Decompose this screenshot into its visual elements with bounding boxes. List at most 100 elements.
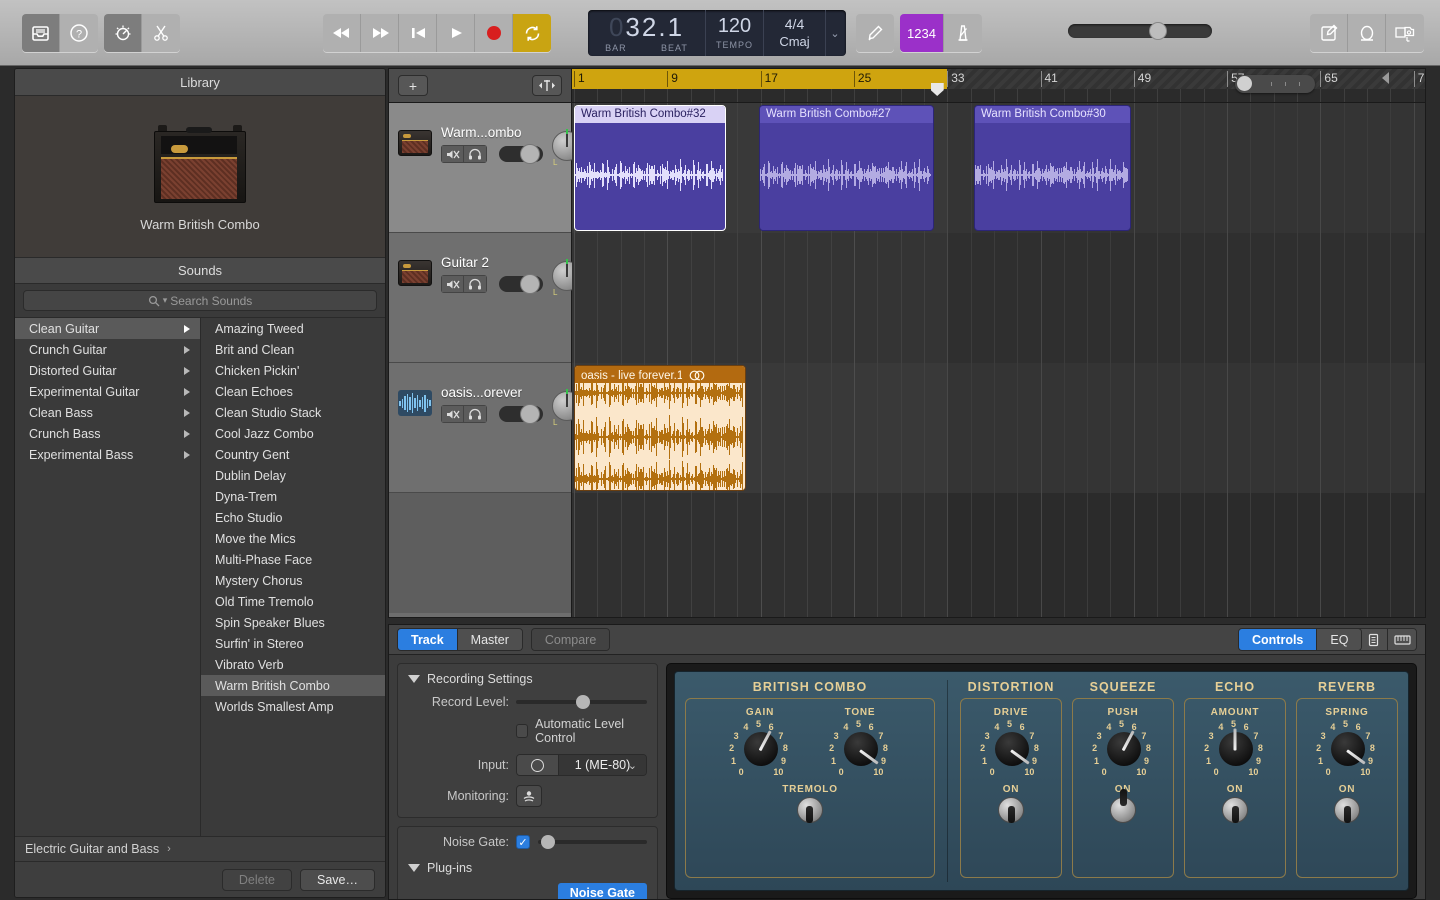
knob-control[interactable]: GAIN 0 1 2 3 4 5 6 7 8 9 10 [710, 707, 810, 782]
library-patch-item[interactable]: Worlds Smallest Amp [201, 696, 385, 717]
tab-track[interactable]: Track [398, 629, 458, 650]
solo-button[interactable] [464, 405, 487, 423]
notes-button[interactable] [1310, 14, 1348, 52]
input-mono-icon[interactable] [517, 755, 559, 775]
region[interactable]: oasis - live forever.1 [574, 365, 746, 491]
library-patch-item[interactable]: Brit and Clean [201, 339, 385, 360]
toggle-switch[interactable]: ON [1110, 784, 1136, 823]
recording-settings-header[interactable]: Recording Settings [408, 672, 647, 686]
library-patch-item[interactable]: Chicken Pickin' [201, 360, 385, 381]
toggle-knob[interactable] [1334, 797, 1360, 823]
input-select[interactable]: 1 (ME-80) ⌄ [516, 754, 647, 776]
toggle-switch[interactable]: ON [1334, 784, 1360, 823]
library-patch-item[interactable]: Dublin Delay [201, 465, 385, 486]
automatic-level-control-checkbox[interactable] [516, 724, 529, 738]
save-button[interactable]: Save… [300, 868, 375, 891]
record-level-slider[interactable] [516, 695, 647, 709]
plugin-list-icon[interactable] [1360, 629, 1388, 650]
library-patch-item[interactable]: Spin Speaker Blues [201, 612, 385, 633]
solo-button[interactable] [464, 145, 487, 163]
library-patch-item[interactable]: Cool Jazz Combo [201, 423, 385, 444]
smart-controls-button[interactable] [104, 14, 142, 52]
library-patch-item[interactable]: Old Time Tremolo [201, 591, 385, 612]
track-canvas[interactable]: Warm British Combo#32 Warm British Combo#… [572, 103, 1425, 617]
library-patch-item[interactable]: Multi-Phase Face [201, 549, 385, 570]
disclosure-triangle-icon[interactable] [408, 864, 420, 872]
noise-gate-knob[interactable] [541, 835, 556, 849]
knob[interactable]: 0 1 2 3 4 5 6 7 8 9 10 [976, 719, 1046, 782]
track-volume-knob[interactable] [519, 274, 540, 294]
lcd-tempo[interactable]: 120 TEMPO [706, 10, 764, 56]
toggle-knob[interactable] [998, 797, 1024, 823]
library-patch-item[interactable]: Dyna-Trem [201, 486, 385, 507]
knob[interactable]: 0 1 2 3 4 5 6 7 8 9 10 [1088, 719, 1158, 782]
track-volume-knob[interactable] [519, 144, 540, 164]
help-button[interactable]: ? [60, 14, 98, 52]
knob[interactable]: 0 1 2 3 4 5 6 7 8 9 10 [1200, 719, 1270, 782]
toggle-knob[interactable] [796, 797, 823, 823]
library-toggle-button[interactable] [22, 14, 60, 52]
fast-forward-button[interactable] [361, 14, 399, 52]
library-breadcrumb[interactable]: Electric Guitar and Bass › [15, 836, 385, 861]
track-volume-slider[interactable] [499, 404, 543, 424]
track-header[interactable]: oasis...oreverLR [389, 363, 582, 493]
track-header-config-button[interactable] [532, 75, 562, 96]
knob-control[interactable]: AMOUNT 0 1 2 3 4 5 6 7 8 9 10 [1185, 707, 1285, 782]
scissors-button[interactable] [142, 14, 180, 52]
metronome-button[interactable] [944, 14, 982, 52]
library-category-item[interactable]: Clean Guitar [15, 318, 200, 339]
solo-button[interactable] [464, 275, 487, 293]
track-name[interactable]: Warm...ombo [441, 125, 522, 140]
add-track-button[interactable]: + [398, 75, 428, 96]
compare-button[interactable]: Compare [531, 629, 610, 650]
library-patch-item[interactable]: Warm British Combo [201, 675, 385, 696]
track-header[interactable]: Warm...omboLR [389, 103, 582, 233]
track-name[interactable]: Guitar 2 [441, 255, 489, 270]
track-volume-slider[interactable] [499, 274, 543, 294]
knob-control[interactable]: PUSH 0 1 2 3 4 5 6 7 8 9 10 [1073, 707, 1173, 782]
library-patch-item[interactable]: Move the Mics [201, 528, 385, 549]
search-sounds-input[interactable]: ▾ Search Sounds [23, 290, 377, 311]
track-header-empty-area[interactable] [389, 493, 571, 613]
library-patch-item[interactable]: Mystery Chorus [201, 570, 385, 591]
lcd-signature[interactable]: 4/4 Cmaj [764, 10, 826, 56]
library-patch-item[interactable]: Echo Studio [201, 507, 385, 528]
tab-controls[interactable]: Controls [1239, 629, 1318, 650]
library-category-item[interactable]: Crunch Bass [15, 423, 200, 444]
rewind-button[interactable] [323, 14, 361, 52]
plugin-noise-gate[interactable]: Noise Gate [557, 883, 647, 899]
library-category-item[interactable]: Experimental Bass [15, 444, 200, 465]
region[interactable]: Warm British Combo#27 [759, 105, 934, 231]
noise-gate-slider[interactable] [538, 835, 647, 849]
keyboard-icon[interactable] [1388, 629, 1416, 650]
delete-button[interactable]: Delete [221, 868, 292, 891]
knob-control[interactable]: DRIVE 0 1 2 3 4 5 6 7 8 9 10 [961, 707, 1061, 782]
lcd-position[interactable]: 032.1 BAR BEAT [588, 10, 706, 56]
mute-button[interactable] [441, 145, 464, 163]
count-in-button[interactable]: 1234 [900, 14, 944, 52]
timeline-ruler[interactable]: 191725334149576573 [572, 69, 1425, 103]
library-patch-item[interactable]: Clean Studio Stack [201, 402, 385, 423]
toggle-switch[interactable]: TREMOLO [782, 784, 838, 823]
go-to-beginning-button[interactable] [399, 14, 437, 52]
mute-button[interactable] [441, 405, 464, 423]
record-button[interactable] [475, 14, 513, 52]
lcd-display[interactable]: 032.1 BAR BEAT 120 TEMPO 4/4 Cmaj ⌄ [588, 10, 846, 56]
library-patch-item[interactable]: Country Gent [201, 444, 385, 465]
noise-gate-checkbox[interactable]: ✓ [516, 835, 530, 849]
lcd-chevron-down-icon[interactable]: ⌄ [826, 10, 844, 56]
tab-eq[interactable]: EQ [1317, 629, 1362, 650]
ruler-scroll-arrow-icon[interactable] [1382, 72, 1389, 84]
library-category-item[interactable]: Experimental Guitar [15, 381, 200, 402]
library-patch-item[interactable]: Vibrato Verb [201, 654, 385, 675]
toggle-knob[interactable] [1222, 797, 1248, 823]
library-patch-item[interactable]: Clean Echoes [201, 381, 385, 402]
track-header[interactable]: Guitar 2LR [389, 233, 582, 363]
region[interactable]: Warm British Combo#30 [974, 105, 1131, 231]
cycle-region[interactable] [572, 69, 948, 89]
loop-browser-button[interactable] [1348, 14, 1386, 52]
tuner-button[interactable] [856, 14, 894, 52]
disclosure-triangle-icon[interactable] [408, 675, 420, 683]
toggle-knob[interactable] [1110, 789, 1136, 823]
library-category-item[interactable]: Distorted Guitar [15, 360, 200, 381]
